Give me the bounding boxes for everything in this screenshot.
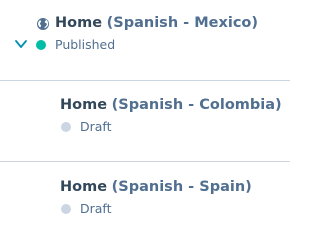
status-label: Published (55, 37, 116, 52)
status-dot-draft (61, 122, 71, 132)
page-row-spanish-mexico[interactable]: Home (Spanish - Mexico) Published (0, 0, 290, 80)
page-title-link[interactable]: Home (Spanish - Spain) (60, 178, 252, 196)
status-badge: Draft (61, 201, 112, 217)
page-title-link[interactable]: Home (Spanish - Mexico) (55, 14, 258, 32)
status-label: Draft (80, 119, 112, 134)
chevron-down-icon[interactable] (13, 35, 29, 48)
status-label: Draft (80, 201, 112, 216)
page-name: Home (55, 15, 103, 31)
page-title-link[interactable]: Home (Spanish - Colombia) (60, 96, 282, 114)
language-variant: (Spanish - Mexico) (106, 15, 259, 31)
globe-icon (36, 16, 50, 30)
page-row-spanish-colombia[interactable]: Home (Spanish - Colombia) Draft (0, 81, 290, 161)
status-dot-draft (61, 204, 71, 214)
status-badge: Draft (61, 119, 112, 135)
language-variant: (Spanish - Spain) (111, 179, 252, 195)
status-badge: Published (36, 37, 115, 53)
status-dot-published (36, 40, 46, 50)
page-name: Home (60, 179, 108, 195)
page-row-spanish-spain[interactable]: Home (Spanish - Spain) Draft (0, 162, 290, 238)
language-variant: (Spanish - Colombia) (111, 97, 282, 113)
page-name: Home (60, 97, 108, 113)
